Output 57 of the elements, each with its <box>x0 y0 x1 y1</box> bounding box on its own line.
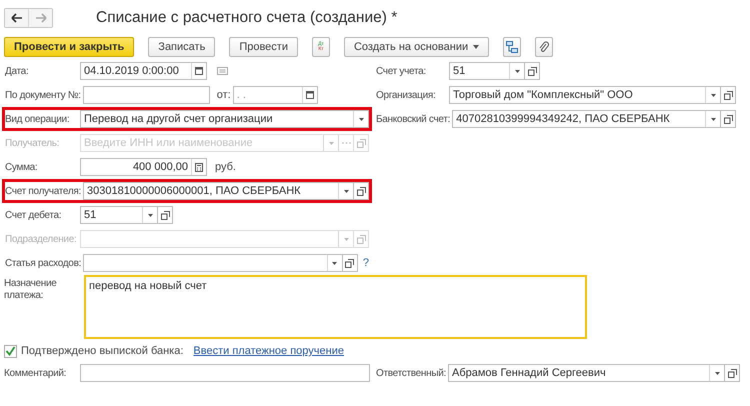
open-icon[interactable] <box>158 206 173 224</box>
field-label: Получатель: <box>5 138 60 148</box>
back-button[interactable] <box>5 9 28 27</box>
forward-arrow-icon <box>34 13 46 23</box>
field-label: Назначение платежа: <box>4 277 58 302</box>
calendar-icon[interactable] <box>191 63 206 79</box>
select-field[interactable] <box>83 254 343 272</box>
select-field[interactable]: 30301810000006000001, ПАО СБЕРБАНК <box>82 182 354 200</box>
field-label: Банковский счет: <box>376 114 452 124</box>
open-icon[interactable] <box>725 364 740 382</box>
create-based-on-button[interactable]: Создать на основании <box>344 37 490 57</box>
date-field[interactable]: 04.10.2019 0:00:00 <box>80 62 207 80</box>
operation-type-select[interactable]: Перевод на другой счет организации <box>80 110 369 128</box>
select-field[interactable]: Торговый дом "Комплексный" ООО <box>449 86 721 104</box>
calendar-icon[interactable] <box>302 87 317 103</box>
select-field[interactable]: 51 <box>80 206 158 224</box>
enter-payment-order-link[interactable]: Ввести платежное поручение <box>193 345 344 357</box>
back-arrow-icon <box>10 13 22 23</box>
structure-icon <box>506 41 518 53</box>
field-label: Сумма: <box>5 162 38 172</box>
open-icon[interactable] <box>721 110 736 128</box>
window-title: Списание с расчетного счета (создание) * <box>96 9 398 27</box>
payment-purpose-field[interactable]: перевод на новый счет <box>84 275 587 339</box>
structure-button[interactable] <box>503 37 522 57</box>
caret-icon <box>473 45 480 49</box>
comment-field[interactable] <box>80 364 370 382</box>
help-link[interactable]: ? <box>362 257 369 269</box>
field-label: от: <box>216 89 232 101</box>
toolbar-button[interactable]: Записать <box>148 37 216 57</box>
select-field[interactable]: 40702810399994349242, ПАО СБЕРБАНК <box>452 110 721 128</box>
open-icon[interactable] <box>721 86 736 104</box>
currency-label: руб. <box>215 161 236 173</box>
field-label: Дата: <box>5 66 30 76</box>
field-label: Подразделение: <box>5 234 78 244</box>
select-field[interactable]: Абрамов Геннадий Сергеевич <box>448 364 725 382</box>
field-label: Комментарий: <box>4 368 68 378</box>
amount-field[interactable]: 400 000,00 <box>80 158 207 176</box>
checkbox-label: Подтверждено выпиской банка: <box>21 345 184 357</box>
select-field[interactable]: 51 <box>449 62 525 80</box>
field-label: Счет дебета: <box>5 210 62 220</box>
field-label: Счет получателя: <box>5 186 82 196</box>
post-and-close-button[interactable]: Провести и закрыть <box>4 37 134 57</box>
open-icon[interactable] <box>525 62 540 80</box>
field-label: Счет учета: <box>376 66 427 76</box>
field-label: Вид операции: <box>5 114 70 124</box>
open-icon[interactable] <box>354 182 369 200</box>
checkbox[interactable] <box>4 344 17 358</box>
calculator-icon[interactable] <box>191 159 206 175</box>
toolbar-button[interactable]: Провести <box>229 37 298 57</box>
paperclip-icon <box>539 41 550 53</box>
field-label: Ответственный: <box>376 368 447 378</box>
open-icon[interactable] <box>342 254 358 272</box>
attach-button[interactable] <box>535 37 554 57</box>
field-label: По документу №: <box>5 90 82 100</box>
document-number-field[interactable] <box>82 86 210 104</box>
field-label: Организация: <box>376 90 436 100</box>
field-label: Статья расходов: <box>5 258 82 268</box>
